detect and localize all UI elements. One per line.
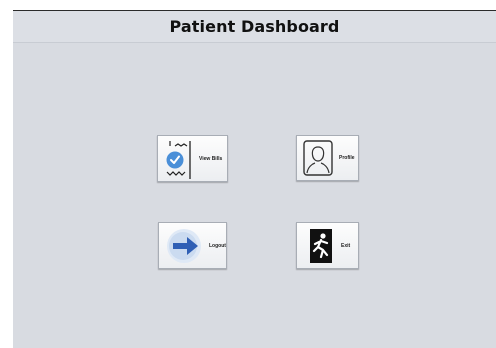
exit-label: Exit	[341, 242, 351, 249]
dashboard-window: Patient Dashboard View Bills Profile Log…	[13, 10, 496, 348]
page-title: Patient Dashboard	[169, 17, 340, 36]
view-bills-button[interactable]: View Bills	[157, 135, 228, 182]
profile-label: Profile	[339, 155, 355, 161]
exit-button[interactable]: Exit	[296, 222, 359, 269]
arrow-right-icon	[166, 226, 206, 266]
profile-button[interactable]: Profile	[296, 135, 359, 181]
profile-icon	[303, 140, 333, 176]
view-bills-label: View Bills	[199, 155, 223, 162]
title-bar: Patient Dashboard	[13, 11, 496, 43]
logout-button[interactable]: Logout	[158, 222, 227, 269]
exit-runner-icon	[310, 228, 332, 263]
receipt-check-icon	[162, 138, 194, 180]
logout-label: Logout	[209, 242, 226, 249]
